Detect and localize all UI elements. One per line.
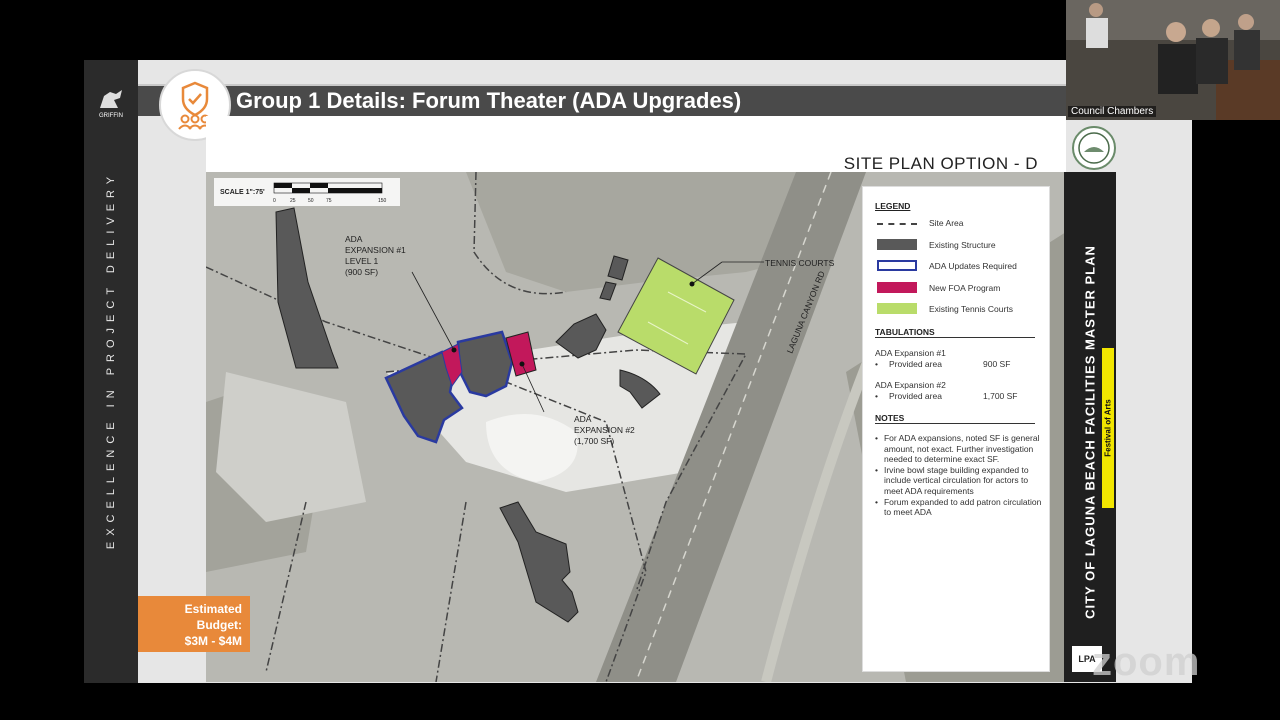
scale-label: SCALE 1":75' xyxy=(220,189,265,196)
exp1-label-2: EXPANSION #1 xyxy=(345,245,406,255)
left-sidebar: GRIFFIN EXCELLENCE IN PROJECT DELIVERY xyxy=(84,60,138,683)
tab2-label: Provided area xyxy=(889,391,942,401)
legend-item-ada-updates: ADA Updates Required xyxy=(929,261,1017,271)
griffin-logo: GRIFFIN xyxy=(96,88,126,120)
legend-heading: LEGEND xyxy=(875,201,911,211)
presentation-slide: GRIFFIN EXCELLENCE IN PROJECT DELIVERY G… xyxy=(84,60,1192,683)
exp2-label-3: (1,700 SF) xyxy=(574,436,614,446)
slide-title: Group 1 Details: Forum Theater (ADA Upgr… xyxy=(236,88,742,113)
zoom-watermark: zoom xyxy=(1092,640,1201,684)
scale-tick-3: 75 xyxy=(326,198,332,204)
legend-item-tennis-courts: Existing Tennis Courts xyxy=(929,304,1013,314)
existing-structure-swatch xyxy=(877,239,917,250)
tab2-bullet: • xyxy=(875,391,878,401)
note-item: • Forum expanded to add patron circulatio… xyxy=(875,496,1042,518)
site-plan-panel: SITE PLAN OPTION - D ADA EXPANSION #1 LE… xyxy=(206,116,1066,682)
notes-heading: NOTES xyxy=(875,413,1035,424)
legend-item-site-area: Site Area xyxy=(929,218,964,228)
master-plan-title: CITY OF LAGUNA BEACH FACILITIES MASTER P… xyxy=(1082,245,1098,619)
notes-list: • For ADA expansions, noted SF is general… xyxy=(875,433,1043,518)
site-plan-title: SITE PLAN OPTION - D xyxy=(843,154,1038,173)
new-foa-swatch xyxy=(877,282,917,293)
scale-tick-4: 150 xyxy=(378,198,387,204)
tab1-value: 900 SF xyxy=(983,359,1011,369)
tabulations-heading: TABULATIONS xyxy=(875,327,1035,338)
tab2-value: 1,700 SF xyxy=(983,391,1018,401)
exp2-label-1: ADA xyxy=(574,414,592,424)
legend-item-new-foa: New FOA Program xyxy=(929,283,1001,293)
tennis-courts-label: TENNIS COURTS xyxy=(765,258,835,268)
site-area-swatch xyxy=(877,223,917,225)
tab2-title: ADA Expansion #2 xyxy=(875,380,946,390)
scale-tick-2: 50 xyxy=(308,198,314,204)
tab1-label: Provided area xyxy=(889,359,942,369)
exp1-label-1: ADA xyxy=(345,234,363,244)
legend-panel: LEGEND Site Area Existing Structure ADA … xyxy=(862,186,1050,672)
budget-label: Estimated Budget: xyxy=(184,602,242,632)
tab1-title: ADA Expansion #1 xyxy=(875,348,946,358)
exp2-label-2: EXPANSION #2 xyxy=(574,425,635,435)
exp1-label-3: LEVEL 1 xyxy=(345,256,379,266)
budget-value: $3M - $4M xyxy=(184,634,242,648)
legend-item-existing-structure: Existing Structure xyxy=(929,240,996,250)
tennis-courts-swatch xyxy=(877,303,917,314)
budget-badge: Estimated Budget: $3M - $4M xyxy=(138,596,250,652)
ada-updates-swatch xyxy=(877,260,917,271)
right-title-bar: GRIFFIN CITY OF LAGUNA BEACH FACILITIES … xyxy=(1064,172,1116,682)
note-item: • For ADA expansions, noted SF is general… xyxy=(875,433,1040,465)
festival-of-arts-label: Festival of Arts xyxy=(1103,399,1113,457)
vertical-tagline: EXCELLENCE IN PROJECT DELIVERY xyxy=(105,170,117,550)
tab1-bullet: • xyxy=(875,359,878,369)
exp1-label-4: (900 SF) xyxy=(345,267,378,277)
participant-name-label: Council Chambers xyxy=(1068,106,1157,117)
title-bar: Group 1 Details: Forum Theater (ADA Upgr… xyxy=(138,84,1066,116)
scale-tick-1: 25 xyxy=(290,198,296,204)
city-seal-icon xyxy=(1072,126,1116,170)
note-item: • Irvine bowl stage building expanded to … xyxy=(875,464,1029,496)
participant-video-thumbnail[interactable] xyxy=(1066,0,1280,120)
scale-tick-0: 0 xyxy=(273,198,276,204)
